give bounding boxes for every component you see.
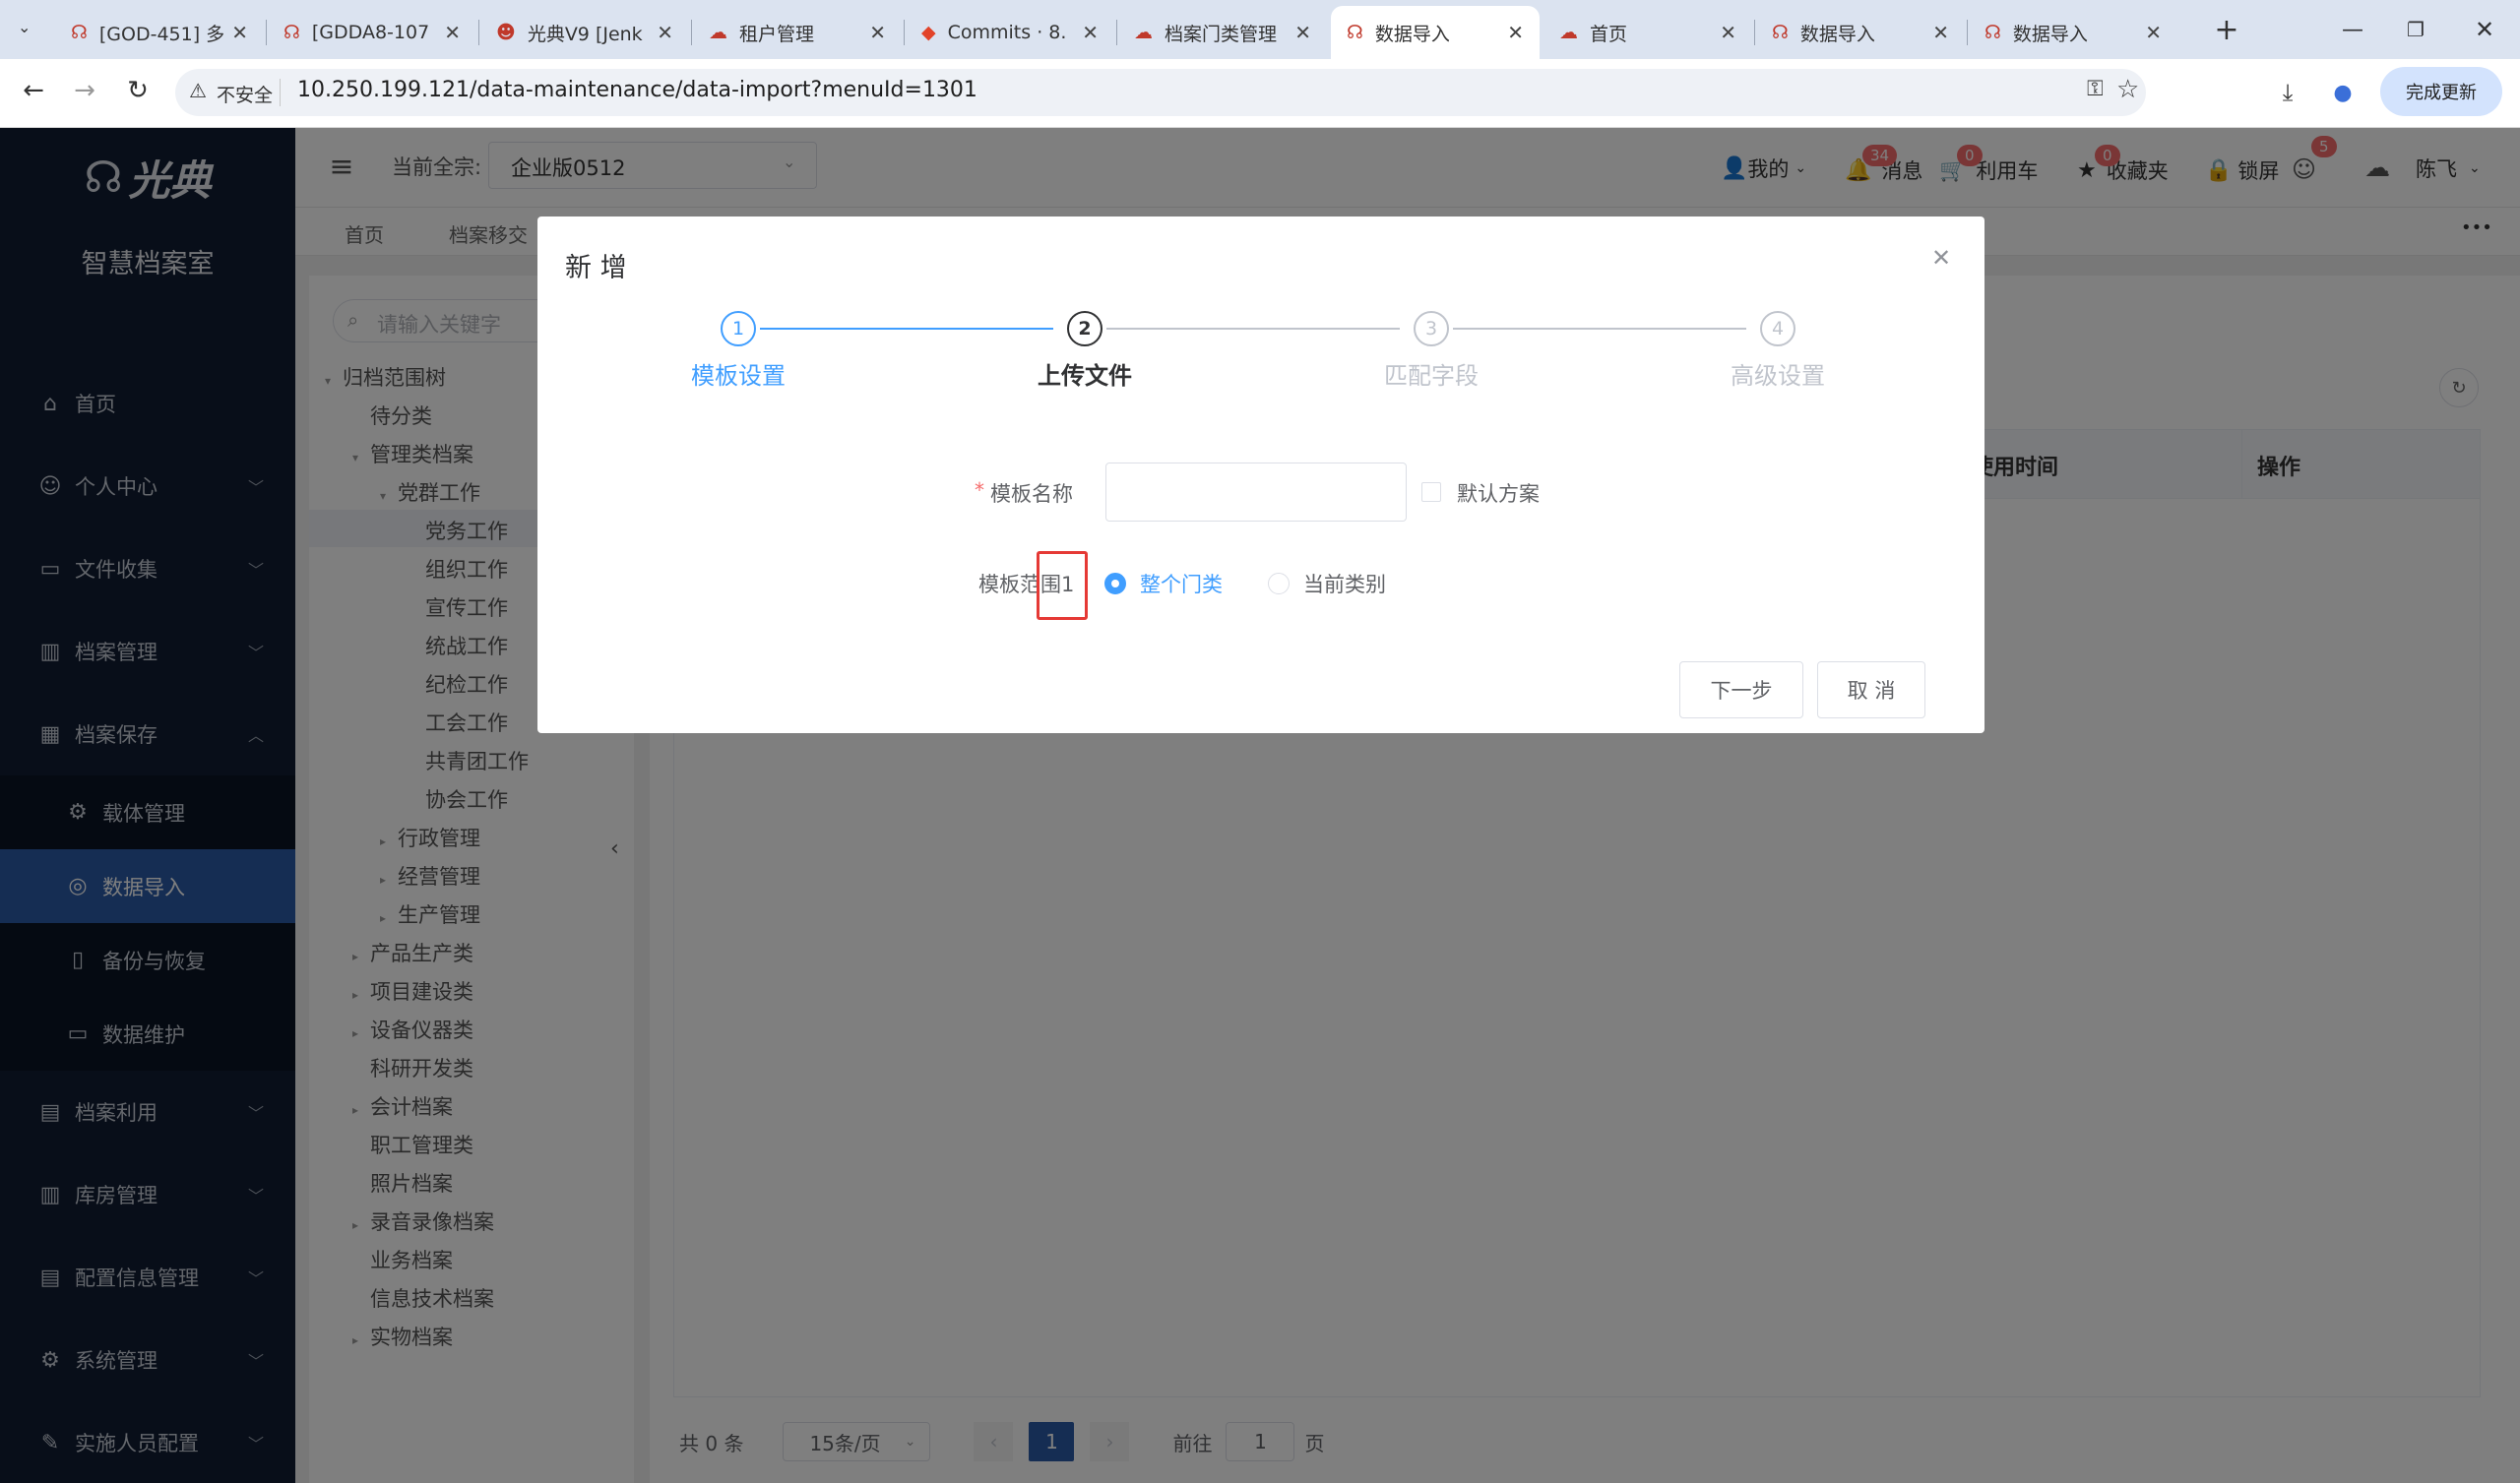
step-1-title: 模板设置 [691, 362, 786, 390]
browser-tab[interactable]: ☁ 档案门类管理 ✕ [1118, 6, 1327, 59]
browser-tab[interactable]: ☊ 数据导入 ✕ [1969, 6, 2177, 59]
close-tab-icon[interactable]: ✕ [1932, 21, 1949, 44]
browser-tab-label: Commits · 8. [947, 22, 1067, 43]
back-arrow-icon[interactable]: ← [14, 71, 53, 110]
default-scheme-checkbox[interactable] [1421, 482, 1441, 502]
omnibox-divider [280, 79, 281, 106]
default-scheme-label[interactable]: 默认方案 [1457, 478, 1540, 508]
browser-tab[interactable]: ☊ [GDDA8-107 ✕ [268, 6, 476, 59]
gitlab-fox-icon: ◆ [921, 22, 936, 43]
browser-tab-label: 数据导入 [2012, 23, 2088, 45]
step-2-circle: 2 [1067, 311, 1102, 346]
step-line-2 [1106, 328, 1400, 330]
close-window-button[interactable]: ✕ [2465, 10, 2504, 49]
scope-radio-whole-category[interactable] [1104, 573, 1126, 594]
tab-search-chevron-icon[interactable]: ⌄ [18, 18, 31, 36]
gd-swirl-icon: ☊ [1984, 22, 2001, 43]
download-icon[interactable]: ⤓ [2268, 73, 2307, 112]
browser-tab-label: 数据导入 [1799, 23, 1875, 45]
tab-separator [1967, 20, 1968, 45]
tab-separator [266, 20, 267, 45]
step-3-title: 匹配字段 [1384, 362, 1479, 390]
warning-icon: ⚠ [189, 79, 207, 102]
url-text[interactable]: 10.250.199.121/data-maintenance/data-imp… [297, 78, 977, 102]
close-tab-icon[interactable]: ✕ [1720, 21, 1736, 44]
scope-radio-current-class-label[interactable]: 当前类别 [1303, 569, 1386, 598]
browser-tab-label: 光典V9 [Jenk [527, 23, 643, 45]
address-bar[interactable]: ⚠ 不安全 10.250.199.121/data-maintenance/da… [175, 69, 2146, 116]
gd-swirl-icon: ☊ [1772, 22, 1789, 43]
browser-tab-label: [GOD-451] 多 [98, 23, 224, 45]
step-1-circle: 1 [721, 311, 756, 346]
close-tab-icon[interactable]: ✕ [231, 21, 248, 44]
template-name-input[interactable] [1105, 463, 1407, 522]
cancel-button[interactable]: 取 消 [1817, 661, 1925, 718]
radio-dot [1111, 580, 1119, 587]
close-tab-icon[interactable]: ✕ [2145, 21, 2162, 44]
step-2-title: 上传文件 [1038, 362, 1132, 390]
browser-tab[interactable]: ◆ Commits · 8. ✕ [906, 6, 1114, 59]
close-tab-icon[interactable]: ✕ [1507, 21, 1524, 44]
forward-arrow-icon[interactable]: → [65, 71, 104, 110]
step-4-circle: 4 [1760, 311, 1796, 346]
browser-tab-label: 首页 [1590, 23, 1628, 45]
tab-separator [1754, 20, 1755, 45]
tab-separator [478, 20, 479, 45]
browser-tab[interactable]: ☊ 数据导入 ✕ [1331, 6, 1540, 59]
gd-swirl-icon: ☊ [1347, 22, 1363, 43]
browser-tab-label: [GDDA8-107 [311, 22, 430, 43]
close-tab-icon[interactable]: ✕ [444, 21, 461, 44]
browser-tab-strip: ⌄ ☊ [GOD-451] 多 ✕ ☊ [GDDA8-107 ✕ ☻ 光典V9 [Jenk ✕ ☁… [0, 0, 2520, 59]
browser-tab[interactable]: ☊ 数据导入 ✕ [1756, 6, 1965, 59]
scope-radio-current-class[interactable] [1268, 573, 1290, 594]
browser-tab-label: 档案门类管理 [1165, 23, 1278, 45]
close-tab-icon[interactable]: ✕ [869, 21, 886, 44]
highlight-annotation-box [1037, 551, 1088, 620]
browser-tab-label: 租户管理 [739, 23, 815, 45]
template-name-label: 模板名称 [990, 482, 1073, 506]
tab-separator [691, 20, 692, 45]
step-line-1 [760, 328, 1053, 330]
next-step-button[interactable]: 下一步 [1679, 661, 1803, 718]
jira-swirl-icon: ☊ [71, 22, 88, 43]
cloud-app-icon: ☁ [709, 22, 727, 43]
tab-separator [904, 20, 905, 45]
scope-radio-whole-category-label[interactable]: 整个门类 [1140, 569, 1223, 598]
insecure-label: 不安全 [217, 85, 274, 106]
required-asterisk: * [975, 478, 984, 502]
step-3-circle: 3 [1414, 311, 1449, 346]
cloud-app-icon: ☁ [1134, 22, 1153, 43]
browser-tab[interactable]: ☻ 光典V9 [Jenk ✕ [480, 6, 689, 59]
browser-tab-label: 数据导入 [1374, 23, 1450, 45]
close-dialog-icon[interactable]: ✕ [1925, 242, 1957, 274]
bookmark-star-icon[interactable]: ☆ [2116, 75, 2139, 104]
restore-window-button[interactable]: ❐ [2396, 10, 2435, 49]
cloud-app-icon: ☁ [1559, 22, 1578, 43]
close-tab-icon[interactable]: ✕ [1294, 21, 1311, 44]
jenkins-icon: ☻ [496, 22, 516, 43]
browser-tab[interactable]: ☊ [GOD-451] 多 ✕ [55, 6, 264, 59]
close-tab-icon[interactable]: ✕ [1082, 21, 1099, 44]
reload-icon[interactable]: ↻ [118, 71, 158, 110]
dialog-title: 新 增 [565, 253, 627, 283]
new-tab-button[interactable]: + [2205, 10, 2248, 49]
step-line-3 [1453, 328, 1746, 330]
step-4-title: 高级设置 [1731, 362, 1825, 390]
minimize-window-button[interactable]: — [2333, 10, 2372, 49]
update-browser-button[interactable]: 完成更新 [2380, 67, 2502, 116]
key-icon[interactable]: ⚿ [2087, 77, 2104, 101]
close-tab-icon[interactable]: ✕ [657, 21, 673, 44]
browser-tab[interactable]: ☁ 租户管理 ✕ [693, 6, 902, 59]
profile-avatar-icon[interactable]: ● [2323, 73, 2362, 112]
tab-separator [1116, 20, 1117, 45]
new-template-dialog: 新 增 ✕ 1 模板设置 2 上传文件 3 匹配字段 4 高级设置 * 模板名称… [537, 216, 1984, 733]
jira-swirl-icon: ☊ [284, 22, 300, 43]
browser-tab[interactable]: ☁ 首页 ✕ [1544, 6, 1752, 59]
